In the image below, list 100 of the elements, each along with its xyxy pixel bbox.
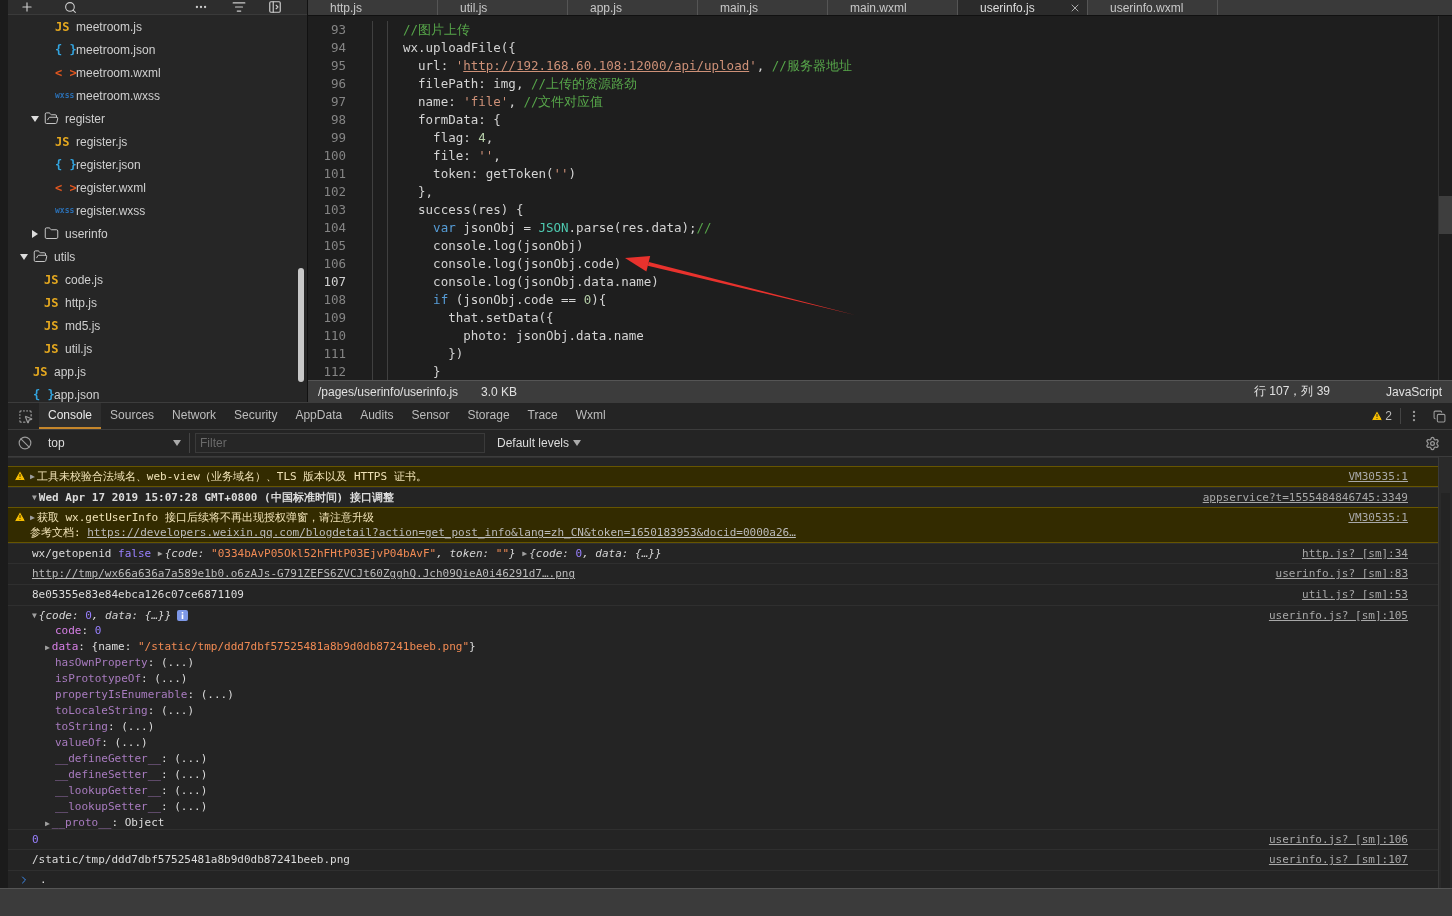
caret-icon	[573, 440, 582, 446]
line-number: 98	[329, 111, 347, 129]
folder-name[interactable]: register	[65, 111, 105, 126]
property-row[interactable]: __lookupSetter__: (...)	[32, 798, 476, 815]
source-link[interactable]: userinfo.js? [sm]:105	[1268, 607, 1408, 623]
devtools-tab[interactable]: Security	[225, 403, 287, 429]
property-row[interactable]: __defineSetter__: (...)	[32, 766, 476, 783]
code-line: photo: jsonObj.data.name	[462, 327, 645, 345]
source-link[interactable]: VM30535:1	[1348, 510, 1408, 526]
console-input[interactable]: .	[40, 873, 47, 887]
property-row[interactable]: ▶ data: {name: "/static/tmp/ddd7dbf57525481a8b9d0db87241beeb.png"}	[32, 638, 476, 655]
folder-name[interactable]: utils	[54, 249, 76, 264]
file-type-icon: { }	[33, 387, 54, 402]
code-line: name: 'file', //文件对应值	[417, 93, 605, 111]
property-row[interactable]: valueOf: (...)	[32, 734, 476, 751]
property-row[interactable]: hasOwnProperty: (...)	[32, 654, 476, 671]
language-mode[interactable]: JavaScript	[1385, 384, 1442, 399]
warning-count[interactable]: 2	[1367, 408, 1401, 424]
panel-icon[interactable]	[268, 0, 282, 14]
filter-field[interactable]: Filter	[195, 433, 485, 453]
file-name[interactable]: app.json	[54, 387, 100, 402]
code-line: formData: {	[417, 111, 502, 129]
source-link[interactable]: userinfo.js? [sm]:83	[1275, 566, 1408, 582]
source-link[interactable]: appservice?t=1555484846745:3349	[1202, 489, 1408, 505]
line-number: 111	[322, 345, 347, 363]
property-row[interactable]: __defineGetter__: (...)	[32, 750, 476, 767]
caret-icon[interactable]	[31, 229, 39, 238]
code-line: url: 'http://192.168.60.108:12000/api/upload', //服务器地址	[417, 57, 853, 75]
caret-icon[interactable]	[31, 114, 39, 123]
levels-dropdown[interactable]: Default levels	[491, 435, 588, 451]
property-row[interactable]: toLocaleString: (...)	[32, 702, 476, 719]
caret-icon[interactable]	[20, 252, 28, 261]
devtools-tab[interactable]: Audits	[351, 403, 403, 429]
code-line: token: getToken('')	[432, 165, 578, 183]
file-type-icon: JS	[55, 19, 76, 34]
devtools-tab[interactable]: Console	[39, 403, 102, 429]
file-name[interactable]: app.js	[54, 364, 87, 379]
file-name[interactable]: md5.js	[65, 318, 101, 333]
file-name[interactable]: meetroom.js	[76, 19, 143, 34]
file-type-icon: JS	[44, 318, 65, 333]
file-name[interactable]: util.js	[65, 341, 93, 356]
devtools-tab[interactable]: AppData	[286, 403, 352, 429]
source-link[interactable]: util.js? [sm]:53	[1302, 587, 1408, 602]
devtools-tab[interactable]: Sources	[101, 403, 164, 429]
file-size: 3.0 KB	[481, 384, 518, 399]
line-number: 110	[322, 327, 347, 345]
link[interactable]: http://tmp/wx66a636a7a589e1b0.o6zAJs-G791ZEFS6ZVCJt60ZgghQ.Jch09QieA0i46291d7….png	[32, 566, 576, 582]
code-line: })	[447, 345, 465, 363]
scrollbar[interactable]	[1438, 16, 1452, 380]
devtools-tab[interactable]: Wxml	[566, 403, 615, 429]
code-line: that.setData({	[447, 309, 555, 327]
property-row[interactable]: code: 0	[32, 622, 476, 639]
folder-name[interactable]: userinfo	[65, 226, 108, 241]
devtools-tab[interactable]: Trace	[518, 403, 567, 429]
property-row[interactable]: isPrototypeOf: (...)	[32, 670, 476, 687]
file-name[interactable]: register.wxss	[76, 203, 146, 218]
context-dropdown[interactable]: top	[40, 433, 190, 453]
code-line: //图片上传	[403, 21, 472, 39]
code-line: }	[432, 363, 442, 380]
line-number: 94	[329, 39, 347, 57]
source-link[interactable]: userinfo.js? [sm]:106	[1268, 831, 1408, 847]
line-number: 100	[322, 147, 347, 165]
source-link[interactable]: http.js? [sm]:34	[1302, 545, 1408, 561]
source-link[interactable]: VM30535:1	[1348, 469, 1408, 484]
file-name[interactable]: code.js	[65, 272, 104, 287]
message-text: ▶ 获取 wx.getUserInfo 接口后续将不再出现授权弹窗，请注意升级	[30, 510, 375, 526]
search-icon[interactable]	[64, 1, 77, 14]
file-name[interactable]: meetroom.wxml	[76, 65, 161, 80]
file-path: /pages/userinfo/userinfo.js	[318, 384, 460, 399]
file-name[interactable]: register.js	[76, 134, 128, 149]
file-name[interactable]: meetroom.wxss	[76, 88, 161, 103]
devtools-tab[interactable]: Sensor	[402, 403, 459, 429]
info-icon[interactable]	[177, 609, 189, 621]
list-icon[interactable]	[232, 0, 246, 14]
file-name[interactable]: register.json	[76, 157, 141, 172]
file-type-icon: JS	[44, 295, 65, 310]
code-line: console.log(jsonObj.data.name)	[432, 273, 660, 291]
source-link[interactable]: userinfo.js? [sm]:107	[1268, 852, 1408, 868]
warning-icon	[1371, 410, 1384, 422]
property-row[interactable]: ▶ __proto__: Object	[32, 814, 476, 831]
editor-tab[interactable]: userinfo.js	[958, 0, 1088, 15]
add-icon[interactable]	[20, 0, 34, 14]
property-row[interactable]: propertyIsEnumerable: (...)	[32, 686, 476, 703]
property-row[interactable]: __lookupGetter__: (...)	[32, 782, 476, 799]
message-text: wx/getopenid false ▶ {code: "0334bAvP05Okl52hFHtP03EjvP04bAvF", token: ""} ▶ {code: 0, data: {…}}	[32, 545, 662, 561]
line-number: 109	[322, 309, 347, 327]
property-row[interactable]: toString: (...)	[32, 718, 476, 735]
scrollbar[interactable]	[298, 268, 304, 382]
devtools-tab[interactable]: Network	[163, 403, 226, 429]
scrollbar[interactable]	[1438, 457, 1452, 888]
file-name[interactable]: meetroom.json	[76, 42, 156, 57]
file-name[interactable]: http.js	[65, 295, 97, 310]
line-number: 104	[322, 219, 347, 237]
code-line: flag: 4,	[432, 129, 495, 147]
code-line: console.log(jsonObj.code)	[432, 255, 623, 273]
link[interactable]: https://developers.weixin.qq.com/blogdetail?action=get_post_info&lang=zh_CN&token=1650183953&docid=0000a26…	[87, 525, 796, 541]
devtools-tab[interactable]: Storage	[458, 403, 519, 429]
message-text: ▼ Wed Apr 17 2019 15:07:28 GMT+0800 (中国标准时间) 接口调整	[32, 489, 394, 505]
line-number: 99	[329, 129, 347, 147]
file-name[interactable]: register.wxml	[76, 180, 146, 195]
